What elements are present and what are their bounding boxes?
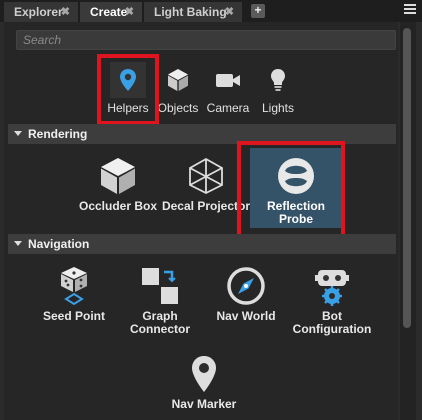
tab-explorer[interactable]: Explorer ✖ xyxy=(4,2,78,22)
item-label: Occluder Box xyxy=(78,199,158,213)
collapse-triangle-icon[interactable] xyxy=(14,131,22,136)
item-nav-world[interactable]: Nav World xyxy=(200,266,292,323)
robot-gear-icon xyxy=(312,266,352,306)
tab-label: Create xyxy=(90,5,128,19)
tab-label: Light Baking xyxy=(154,5,227,19)
close-icon[interactable]: ✖ xyxy=(225,2,234,22)
section-header-navigation[interactable]: Navigation xyxy=(8,234,396,254)
item-bot-configuration[interactable]: Bot Configuration xyxy=(286,266,378,336)
map-pin-icon xyxy=(184,354,224,394)
compass-icon xyxy=(226,266,266,306)
section-header-rendering[interactable]: Rendering xyxy=(8,124,396,144)
category-label: Lights xyxy=(261,101,295,115)
item-reflection-probe[interactable]: Reflection Probe xyxy=(250,148,342,228)
section-title: Rendering xyxy=(28,127,88,141)
cube-icon xyxy=(160,62,196,98)
collapse-triangle-icon[interactable] xyxy=(14,241,22,246)
item-occluder-box[interactable]: Occluder Box xyxy=(72,156,164,213)
tab-light-baking[interactable]: Light Baking ✖ xyxy=(144,2,242,22)
wireframe-cube-icon xyxy=(186,156,226,196)
item-graph-connector[interactable]: Graph Connector xyxy=(114,266,206,336)
item-label: Nav World xyxy=(216,309,276,323)
item-label: Seed Point xyxy=(42,309,105,323)
dice-icon xyxy=(54,266,94,306)
graph-connector-icon xyxy=(140,266,180,306)
close-icon[interactable]: ✖ xyxy=(125,2,134,22)
item-seed-point[interactable]: Seed Point xyxy=(28,266,120,323)
tab-create[interactable]: Create ✖ xyxy=(80,2,142,22)
close-icon[interactable]: ✖ xyxy=(61,2,70,22)
tab-bar: Explorer ✖ Create ✖ Light Baking ✖ + xyxy=(0,0,422,22)
camera-icon xyxy=(210,62,246,98)
item-decal-projector[interactable]: Decal Projector xyxy=(160,156,252,213)
item-label: Reflection Probe xyxy=(266,199,325,226)
item-label: Bot Configuration xyxy=(292,309,372,336)
category-lights[interactable]: Lights xyxy=(248,58,308,120)
reflection-probe-icon xyxy=(276,156,316,196)
cube-icon xyxy=(98,156,138,196)
add-tab-icon[interactable]: + xyxy=(251,4,265,18)
item-label: Decal Projector xyxy=(161,199,251,213)
hamburger-menu-icon[interactable] xyxy=(404,4,416,16)
map-pin-icon xyxy=(110,62,146,98)
item-nav-marker[interactable]: Nav Marker xyxy=(158,354,250,411)
item-label: Graph Connector xyxy=(130,309,190,336)
tab-label: Explorer xyxy=(14,5,63,19)
search-input[interactable]: Search xyxy=(16,30,396,50)
section-title: Navigation xyxy=(28,237,90,251)
lightbulb-icon xyxy=(260,62,296,98)
item-label: Nav Marker xyxy=(171,397,237,411)
scrollbar-thumb[interactable] xyxy=(403,28,411,328)
